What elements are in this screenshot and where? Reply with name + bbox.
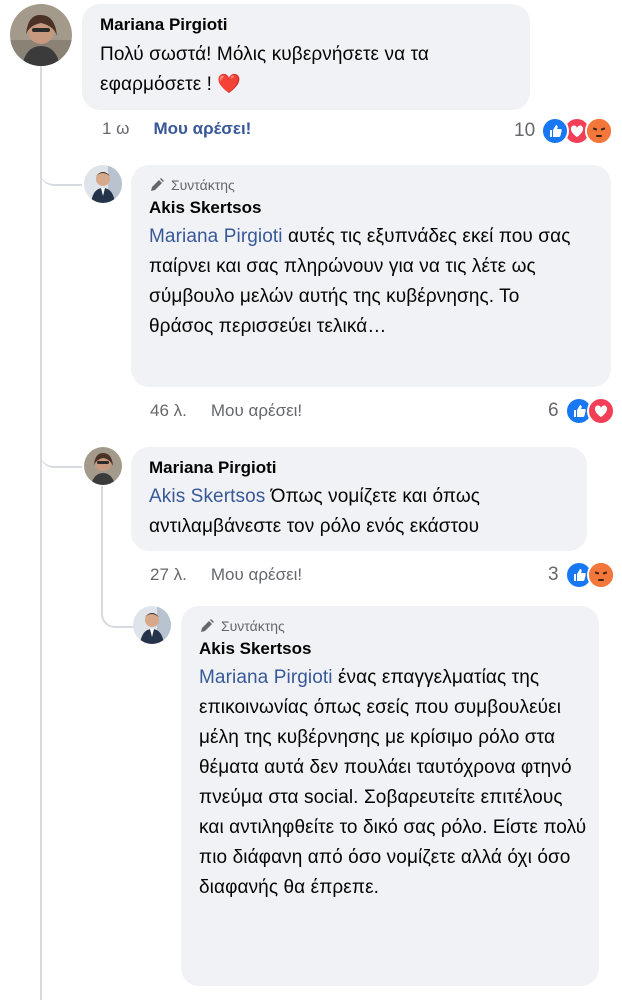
mention-link[interactable]: Mariana Pirgioti	[149, 226, 283, 247]
comment-text: Akis Skertsos Όπως νομίζετε και όπως αντ…	[149, 486, 481, 537]
comment-author[interactable]: Mariana Pirgioti	[100, 15, 512, 35]
love-icon	[586, 397, 615, 425]
thread-connector	[40, 158, 82, 186]
angry-icon	[585, 117, 614, 145]
author-role-badge: Συντάκτης	[199, 618, 581, 634]
reaction-count: 6	[548, 400, 559, 421]
reaction-summary[interactable]: 10	[514, 117, 614, 145]
mention-link[interactable]: Mariana Pirgioti	[199, 667, 333, 688]
reaction-summary[interactable]: 3	[548, 561, 615, 589]
avatar[interactable]	[133, 606, 171, 644]
thread-connector	[40, 440, 82, 468]
reaction-count: 3	[548, 564, 559, 585]
mention-link[interactable]: Akis Skertsos	[149, 486, 265, 507]
pencil-icon	[201, 619, 214, 632]
comment-time[interactable]: 27 λ.	[150, 565, 187, 585]
reaction-summary[interactable]: 6	[548, 397, 615, 425]
comment-bubble: Συντάκτης Akis Skertsos Mariana Pirgioti…	[131, 165, 611, 387]
reaction-count: 10	[514, 120, 536, 141]
comment-bubble: Mariana Pirgioti Akis Skertsos Όπως νομί…	[131, 447, 587, 551]
heart-emoji-icon: ❤️	[217, 74, 242, 95]
thread-line-main	[40, 66, 42, 1000]
comment-bubble: Συντάκτης Akis Skertsos Mariana Pirgioti…	[181, 606, 599, 986]
comment-time[interactable]: 1 ω	[102, 119, 129, 139]
comment-text: Mariana Pirgioti αυτές τις εξυπνάδες εκε…	[149, 226, 571, 337]
comment-author[interactable]: Akis Skertsos	[149, 198, 593, 218]
thread-connector	[101, 586, 135, 628]
like-button[interactable]: Μου αρέσει!	[153, 119, 251, 139]
comment-meta: 1 ω Μου αρέσει!	[102, 119, 251, 139]
comment-time[interactable]: 46 λ.	[150, 401, 187, 421]
comment-bubble: Mariana Pirgioti Πολύ σωστά! Μόλις κυβερ…	[82, 4, 530, 110]
avatar[interactable]	[10, 4, 72, 66]
author-role-badge: Συντάκτης	[149, 177, 593, 193]
like-button[interactable]: Μου αρέσει!	[211, 401, 302, 421]
comment-meta: 27 λ. Μου αρέσει!	[150, 565, 302, 585]
pencil-icon	[151, 178, 164, 191]
comment-text: Mariana Pirgioti ένας επαγγελματίας της …	[199, 667, 587, 898]
angry-icon	[586, 561, 615, 589]
comment-author[interactable]: Mariana Pirgioti	[149, 458, 569, 478]
comment-text: Πολύ σωστά! Μόλις κυβερνήσετε να τα εφαρ…	[100, 44, 429, 95]
comment-meta: 46 λ. Μου αρέσει!	[150, 401, 302, 421]
like-button[interactable]: Μου αρέσει!	[211, 565, 302, 585]
avatar[interactable]	[84, 447, 122, 485]
avatar[interactable]	[84, 165, 122, 203]
comment-author[interactable]: Akis Skertsos	[199, 639, 581, 659]
like-icon	[541, 117, 570, 145]
